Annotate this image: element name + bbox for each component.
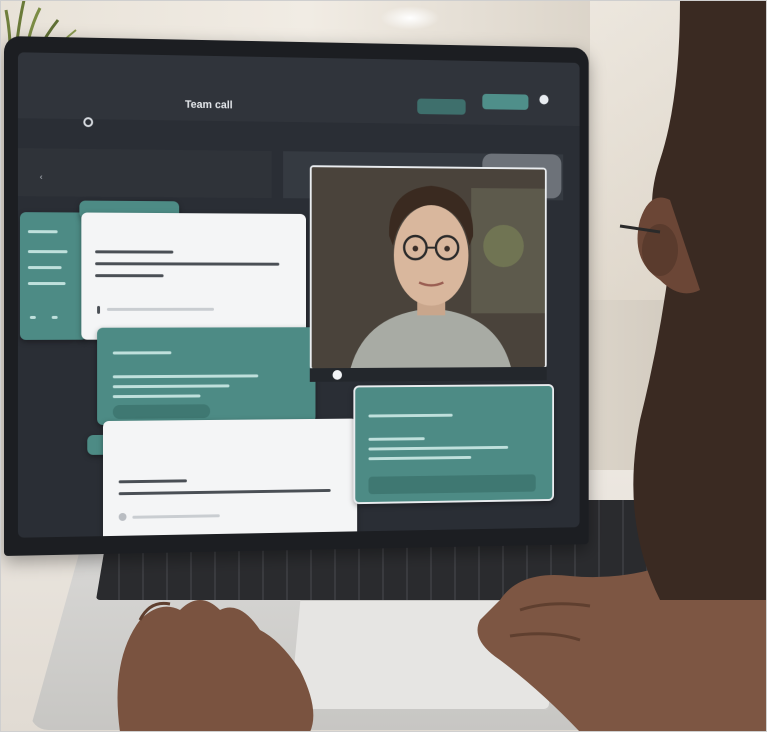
text-line [28,250,68,253]
message-card-4[interactable] [353,384,554,504]
text-line [368,437,424,441]
video-tile [310,165,547,370]
icon-mark [52,316,58,319]
laptop-screen: Team call ‹ [18,52,580,537]
text-line [28,266,62,269]
text-line [28,282,66,285]
text-line [368,414,452,418]
text-line [368,446,508,451]
laptop-lid: Team call ‹ [4,36,589,556]
left-subnav [18,148,272,198]
text-line [113,394,201,398]
text-line [113,374,258,378]
action-button[interactable] [368,474,535,494]
left-hand [110,580,330,732]
text-line [119,479,187,483]
message-card-2[interactable] [97,327,315,425]
cursor-mark [97,306,100,314]
text-line [113,384,230,388]
top-button-primary[interactable] [417,99,465,115]
person-silhouette [600,0,767,600]
message-card-3[interactable] [103,419,357,538]
participant-video [312,167,547,370]
settings-dot-icon[interactable] [83,117,93,127]
text-line [107,308,214,311]
top-button-secondary[interactable] [482,94,528,110]
text-line [119,489,331,495]
message-card-1[interactable] [81,213,306,340]
text-line [28,230,58,233]
icon-mark [30,316,36,319]
video-controls-bar [310,367,547,382]
back-arrow-icon[interactable]: ‹ [40,172,43,181]
ceiling-lamp [380,6,440,30]
mic-toggle-icon[interactable] [333,370,342,380]
text-line [95,262,279,265]
text-line [95,274,163,277]
checkbox-icon[interactable] [119,513,127,521]
text-line [132,514,219,518]
text-line [368,456,471,460]
page-title: Team call [185,99,233,112]
profile-circle-icon[interactable] [539,95,548,105]
photo-scene: Team call ‹ [0,0,767,732]
text-line [113,351,172,354]
top-bar [18,52,580,126]
left-teal-panel [20,212,87,340]
reply-field[interactable] [113,404,210,419]
text-line [95,250,173,253]
